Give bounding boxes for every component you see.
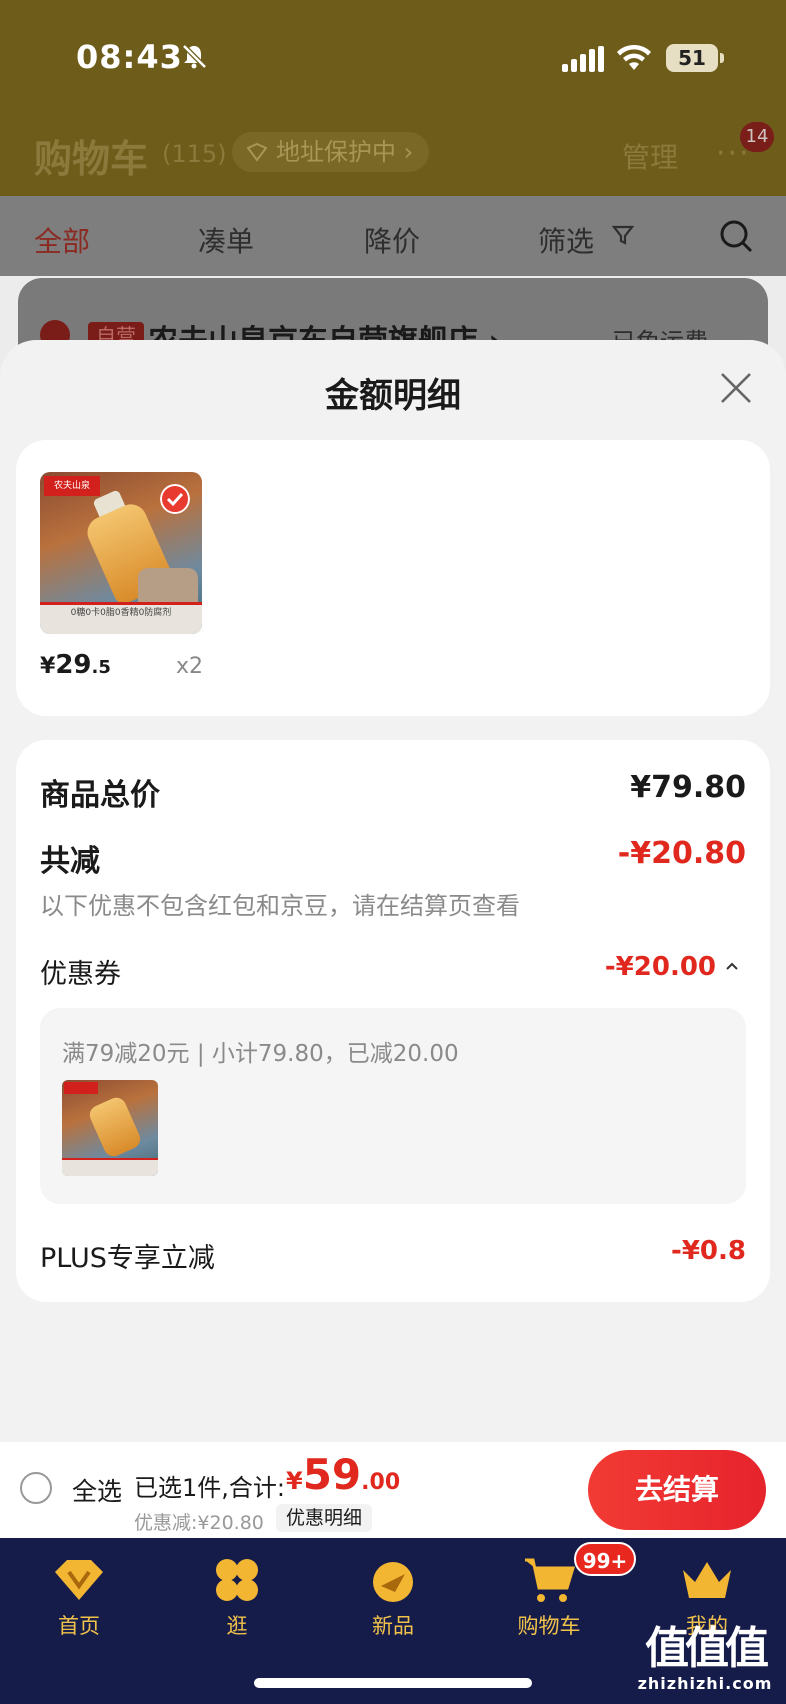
brand-logo: 农夫山泉 [44,476,100,496]
discount-amount: 优惠减:¥20.80 [134,1512,264,1534]
plus-discount-label: PLUS专享立减 [40,1243,215,1274]
wifi-icon [617,44,651,70]
home-indicator [254,1678,532,1688]
bell-muted-icon [182,44,207,69]
sheet-title: 金额明细 [325,376,461,416]
cellular-signal-icon [562,46,604,72]
tab-new-label: 新品 [372,1614,414,1638]
watermark-logo: 值值值 [645,1623,769,1674]
tab-bundle[interactable]: 凑单 [198,220,254,260]
chevron-up-icon[interactable] [724,958,740,974]
clover-icon [216,1559,258,1601]
price-symbol: ¥ [286,1467,303,1495]
check-icon[interactable] [160,484,190,514]
product-quantity: x2 [176,654,204,679]
price-integer: 59 [302,1450,362,1499]
coupon-label: 优惠券 [40,959,121,990]
product-banner: 0糖0卡0脂0香精0防腐剂 [40,602,202,634]
checkout-button[interactable]: 去结算 [588,1450,766,1530]
plus-discount-value: -¥0.8 [671,1236,746,1266]
total-label: 商品总价 [40,778,160,813]
price-detail-card: 商品总价 ¥79.80 共减 -¥20.80 以下优惠不包含红包和京豆，请在结算… [16,740,770,1302]
checkout-bar: 全选 已选1件,合计: ¥59.00 优惠减:¥20.80 优惠明细 去结算 [0,1442,786,1538]
cart-icon [525,1558,576,1602]
notification-badge: 14 [740,122,774,152]
tab-new[interactable]: 新品 [338,1556,448,1646]
filter-bar: 全部 凑单 降价 筛选 [0,196,786,276]
cart-badge: 99+ [574,1542,636,1576]
product-thumbnail[interactable]: 农夫山泉 0糖0卡0脂0香精0防腐剂 [40,472,202,634]
tab-home[interactable]: 首页 [24,1556,134,1646]
crown-icon [683,1562,731,1598]
watermark-url: zhizhizhi.com [637,1674,773,1693]
close-icon[interactable] [716,368,756,408]
search-icon[interactable] [718,218,754,254]
manage-button[interactable]: 管理 [622,136,678,176]
amount-detail-sheet: 金额明细 农夫山泉 0糖0卡0脂0香精0防腐剂 ¥29.5 x2 商品总价 ¥7… [0,340,786,1442]
tab-cart-label: 购物车 [517,1614,581,1638]
price-decimal: .00 [361,1470,401,1495]
tab-all[interactable]: 全部 [34,220,90,260]
tab-price-drop[interactable]: 降价 [364,220,420,260]
bottom-tab-bar: 首页 逛 新品 购物车 99+ 我的 值值值 zhizhizhi.com [0,1538,786,1704]
tab-home-label: 首页 [58,1614,100,1638]
reduce-label: 共减 [40,844,100,879]
cart-header: 购物车 (115) 地址保护中 › 管理 ··· 14 [0,118,786,188]
select-all-radio[interactable] [20,1472,52,1504]
product-banner [62,1158,158,1176]
tab-browse-label: 逛 [226,1614,248,1638]
watermark: 值值值 zhizhizhi.com [630,1623,780,1694]
cart-count: (115) [162,140,227,168]
coupon-value[interactable]: -¥20.00 [605,952,716,982]
discount-detail-button[interactable]: 优惠明细 [276,1504,373,1532]
page-title: 购物车 [34,137,149,181]
shield-icon [246,142,268,162]
discount-note: 以下优惠不包含红包和京豆，请在结算页查看 [40,892,520,920]
reduce-value: -¥20.80 [617,836,746,871]
status-time: 08:43 [76,38,183,76]
price-decimal: .5 [91,657,111,678]
tab-filter[interactable]: 筛选 [538,220,594,260]
funnel-icon [612,225,634,245]
select-all-label[interactable]: 全选 [72,1472,122,1508]
coupon-rule: 满79减20元 | 小计79.80，已减20.00 [62,1041,459,1067]
brand-logo [64,1082,98,1094]
selected-summary: 已选1件,合计: [134,1474,285,1502]
coupon-product-thumbnail [62,1080,158,1176]
coupon-detail-box: 满79减20元 | 小计79.80，已减20.00 [40,1008,746,1204]
new-products-icon [373,1562,413,1602]
status-bar: 08:43 51 [0,0,786,110]
home-icon [55,1560,103,1600]
checkout-total: ¥59.00 [286,1450,400,1499]
product-price: ¥29.5 [40,650,111,680]
goods-card: 农夫山泉 0糖0卡0脂0香精0防腐剂 ¥29.5 x2 [16,440,770,716]
address-protection-pill[interactable]: 地址保护中 › [232,132,430,172]
bottle-graphic [86,1094,144,1160]
battery-indicator: 51 [666,44,724,72]
tab-browse[interactable]: 逛 [182,1556,292,1646]
address-protection-label: 地址保护中 › [276,138,414,166]
total-value: ¥79.80 [630,770,746,805]
price-symbol: ¥ [40,654,56,679]
price-integer: 29 [55,650,92,680]
